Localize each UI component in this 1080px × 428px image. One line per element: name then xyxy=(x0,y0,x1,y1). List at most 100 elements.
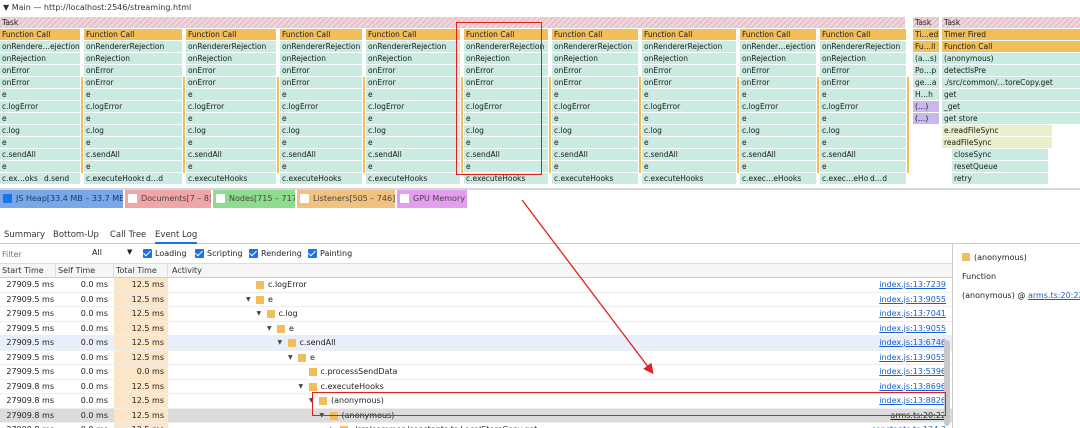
call-frame-bar[interactable]: d…d xyxy=(868,173,904,184)
call-frame-bar[interactable]: get xyxy=(942,89,1080,100)
call-frame-bar[interactable]: e xyxy=(366,137,460,148)
legend-item[interactable]: Listeners[505 – 746] xyxy=(297,190,395,208)
call-frame-bar[interactable]: c.log xyxy=(552,125,638,136)
call-frame-bar[interactable]: c.logError xyxy=(84,101,182,112)
call-frame-bar[interactable]: detectIsPre xyxy=(942,65,1080,76)
call-frame-bar[interactable]: e xyxy=(0,113,80,124)
call-frame-bar[interactable]: onError xyxy=(84,65,182,76)
table-row[interactable]: 27909.5 ms 0.0 ms 12.5 ms ▼ e index.js:13:905… xyxy=(0,350,952,366)
call-frame-bar[interactable]: onError xyxy=(0,77,80,88)
call-frame-bar[interactable]: c.log xyxy=(0,125,80,136)
call-frame-bar[interactable]: onError xyxy=(280,65,362,76)
legend-checkbox[interactable] xyxy=(400,194,409,203)
call-frame-bar[interactable]: c.sendAll xyxy=(366,149,460,160)
call-frame-bar[interactable]: _get xyxy=(942,101,1080,112)
call-frame-bar[interactable]: onError xyxy=(552,77,638,88)
legend-checkbox[interactable] xyxy=(216,194,225,203)
call-frame-bar[interactable]: onError xyxy=(642,65,736,76)
function-call-bar[interactable]: Function Call xyxy=(820,29,906,40)
call-frame-bar[interactable]: H…h xyxy=(913,89,939,100)
call-frame-bar[interactable]: onRejection xyxy=(552,53,638,64)
call-frame-bar[interactable]: e xyxy=(84,137,182,148)
table-row[interactable]: 27909.5 ms 0.0 ms 12.5 ms c.logError index.j… xyxy=(0,278,952,293)
source-link[interactable]: index.js:13:9055 xyxy=(879,351,946,366)
call-frame-bar[interactable]: onRejection xyxy=(642,53,736,64)
call-frame-bar[interactable]: c.sendAll xyxy=(186,149,276,160)
call-frame-bar[interactable]: c.log xyxy=(820,125,906,136)
call-frame-bar[interactable]: c.executeHooks xyxy=(186,173,276,184)
call-frame-bar[interactable]: e xyxy=(642,161,736,172)
call-frame-bar[interactable]: onError xyxy=(0,65,80,76)
call-frame-bar[interactable]: onRejection xyxy=(186,53,276,64)
call-frame-bar[interactable]: c.sendAll xyxy=(740,149,816,160)
call-frame-bar[interactable]: e xyxy=(552,161,638,172)
call-frame-bar[interactable]: Po…p xyxy=(913,65,939,76)
call-frame-bar[interactable]: e xyxy=(84,161,182,172)
call-frame-bar[interactable]: c.logError xyxy=(820,101,906,112)
call-frame-bar[interactable]: onRendere…ejection xyxy=(0,41,80,52)
call-frame-bar[interactable]: (…) xyxy=(913,113,939,124)
call-frame-bar[interactable]: onRejection xyxy=(366,53,460,64)
call-frame-bar[interactable]: c.executeHooks xyxy=(552,173,638,184)
call-frame-bar[interactable]: e xyxy=(642,89,736,100)
legend-checkbox[interactable] xyxy=(300,194,309,203)
call-frame-bar[interactable]: c.log xyxy=(642,125,736,136)
call-frame-bar[interactable]: c.exec…eHooks xyxy=(740,173,816,184)
call-frame-bar[interactable]: onError xyxy=(366,65,460,76)
task-bar[interactable]: Task xyxy=(0,17,905,28)
call-frame-bar[interactable]: c.log xyxy=(366,125,460,136)
call-frame-bar[interactable]: Ti…ed xyxy=(913,29,939,40)
call-frame-bar[interactable]: e xyxy=(820,113,906,124)
call-frame-bar[interactable]: e xyxy=(0,161,80,172)
call-frame-bar[interactable]: onError xyxy=(84,77,182,88)
source-link[interactable]: arms.ts:20:22 xyxy=(1028,291,1080,300)
table-row[interactable]: 27909.5 ms 0.0 ms 12.5 ms ▼ c.log index.js:13… xyxy=(0,307,952,322)
call-frame-bar[interactable]: c.logError xyxy=(0,101,80,112)
expand-right-icon[interactable]: ▶ xyxy=(330,423,335,428)
call-frame-bar[interactable]: e xyxy=(0,89,80,100)
expand-down-icon[interactable]: ▼ xyxy=(288,351,293,366)
source-link[interactable]: index.js:13:7041 xyxy=(879,307,946,322)
call-frame-bar[interactable]: e xyxy=(552,89,638,100)
tab-event-log[interactable]: Event Log xyxy=(155,226,198,244)
call-frame-bar[interactable]: (…) xyxy=(913,101,939,112)
call-frame-bar[interactable]: onError xyxy=(186,77,276,88)
call-frame-bar[interactable]: c.log xyxy=(740,125,816,136)
call-frame-bar[interactable]: e xyxy=(820,161,906,172)
call-frame-bar[interactable]: c.sendAll xyxy=(0,149,80,160)
task-bar[interactable]: Task xyxy=(942,17,1080,28)
call-frame-bar[interactable]: e xyxy=(186,89,276,100)
call-frame-bar[interactable]: c.executeHooks xyxy=(366,173,460,184)
call-frame-bar[interactable]: onError xyxy=(740,77,816,88)
expand-down-icon[interactable]: ▼ xyxy=(246,293,251,308)
call-frame-bar[interactable]: e xyxy=(740,161,816,172)
call-frame-bar[interactable]: c.log xyxy=(84,125,182,136)
function-call-bar[interactable]: Function Call xyxy=(740,29,816,40)
call-frame-bar[interactable]: e xyxy=(280,89,362,100)
table-row[interactable]: 27909.5 ms 0.0 ms 12.5 ms ▼ e index.js:13:905… xyxy=(0,292,952,308)
call-frame-bar[interactable]: e xyxy=(820,137,906,148)
table-row[interactable]: 27909.5 ms 0.0 ms 12.5 ms ▼ e index.js:13:905… xyxy=(0,321,952,336)
call-frame-bar[interactable]: retry xyxy=(952,173,1048,184)
call-frame-bar[interactable]: onRendererRejection xyxy=(820,41,906,52)
call-frame-bar[interactable]: onRendererRejection xyxy=(366,41,460,52)
call-frame-bar[interactable]: c.logError xyxy=(552,101,638,112)
call-frame-bar[interactable]: e xyxy=(186,161,276,172)
call-frame-bar[interactable]: e xyxy=(280,137,362,148)
call-frame-bar[interactable]: onRendererRejection xyxy=(186,41,276,52)
tab-call-tree[interactable]: Call Tree xyxy=(110,226,146,244)
call-frame-bar[interactable]: e xyxy=(552,113,638,124)
call-frame-bar[interactable]: onError xyxy=(552,65,638,76)
call-frame-bar[interactable]: e xyxy=(642,113,736,124)
table-row[interactable]: 27909.5 ms 0.0 ms 12.5 ms ▼ c.sendAll index.j… xyxy=(0,336,952,351)
function-call-bar[interactable]: Function Call xyxy=(366,29,460,40)
chevron-down-icon[interactable]: ▼ xyxy=(127,248,132,256)
main-thread-header[interactable]: ▼ Main — http://localhost:2546/streaming… xyxy=(0,0,1080,16)
source-link[interactable]: index.js:13:5396 xyxy=(879,365,946,380)
call-frame-bar[interactable]: c.logError xyxy=(186,101,276,112)
legend-item[interactable]: GPU Memory xyxy=(397,190,467,208)
legend-item[interactable]: Nodes[715 – 717] xyxy=(213,190,295,208)
call-frame-bar[interactable]: c.executeHooks xyxy=(280,173,362,184)
loading-checkbox[interactable]: Loading xyxy=(143,248,187,260)
call-frame-bar[interactable]: get store xyxy=(942,113,1080,124)
